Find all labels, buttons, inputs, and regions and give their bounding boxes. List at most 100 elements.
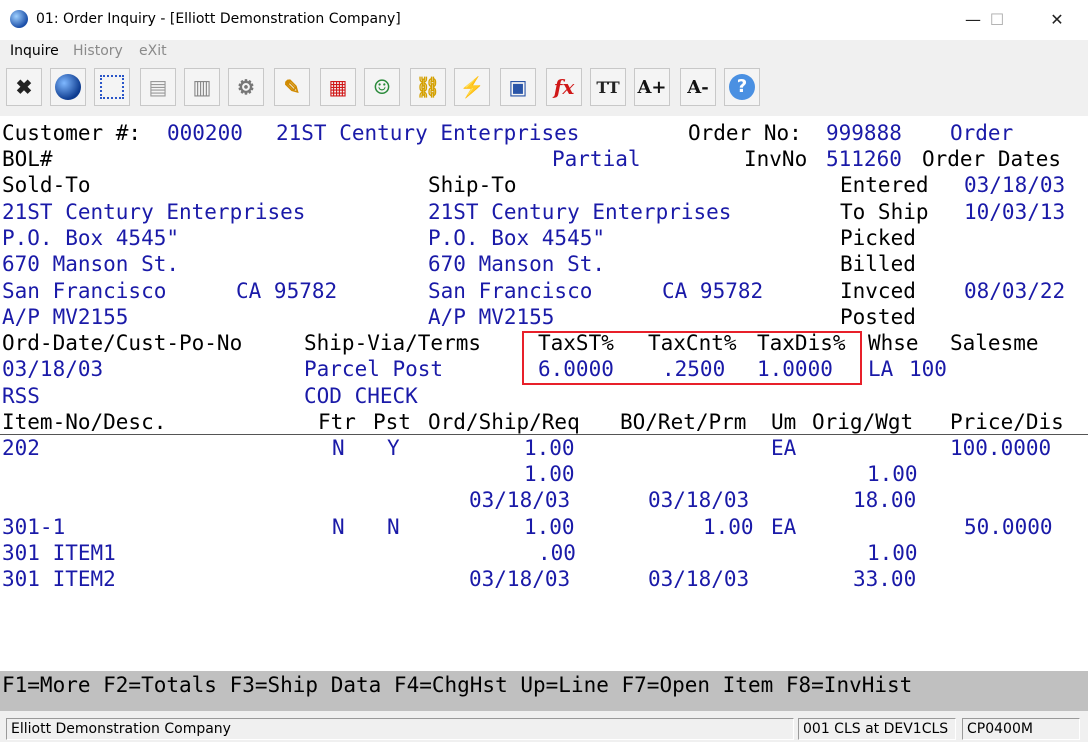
window-title: 01: Order Inquiry - [Elliott Demonstrati… (36, 11, 401, 27)
line2-item[interactable]: 301-1 (2, 514, 65, 540)
ship-to-name: 21ST Century Enterprises (428, 200, 732, 224)
invno-label: InvNo (744, 147, 808, 171)
order-number: 999888 (826, 121, 902, 145)
calendar-icon[interactable]: ▦ (320, 68, 356, 106)
partial-status: Partial (552, 147, 641, 171)
entered-date: 03/18/03 (964, 173, 1066, 197)
to-ship-label: To Ship (840, 200, 929, 224)
copy-icon[interactable]: ▤ (140, 68, 176, 106)
bol-label: BOL# (2, 147, 53, 171)
line1-price: 100.0000 (950, 436, 1052, 460)
whse-label: Whse (868, 331, 919, 355)
line2-um: EA (771, 515, 797, 539)
col-price-dis: Price/Dis (950, 410, 1064, 434)
line2-price: 50.0000 (964, 515, 1053, 539)
app-globe-icon (10, 10, 28, 28)
lightning-icon[interactable]: ⚡ (454, 68, 490, 106)
col-item-no: Item-No/Desc. (2, 410, 167, 434)
maximize-button[interactable]: ☐ (974, 0, 1020, 40)
menu-exit[interactable]: eXit (139, 43, 167, 59)
line2-shipped: .00 (538, 541, 576, 565)
billed-label: Billed (840, 252, 916, 276)
line2-prm-date: 03/18/03 (648, 567, 750, 591)
edit-icon[interactable]: ✎ (274, 68, 310, 106)
line1-pst: Y (387, 436, 400, 460)
line1-req-date: 03/18/03 (469, 488, 571, 512)
function-icon[interactable]: fx (546, 68, 582, 106)
paste-icon[interactable]: ▥ (184, 68, 220, 106)
order-dates-label: Order Dates (922, 147, 1062, 171)
col-pst: Pst (373, 410, 411, 434)
sold-to-label: Sold-To (2, 173, 91, 197)
line1-item[interactable]: 202 (2, 435, 40, 461)
order-type: Order (950, 121, 1014, 145)
ship-to-city: San Francisco (428, 279, 593, 303)
customer-name: 21ST Century Enterprises (276, 121, 580, 145)
col-ftr: Ftr (318, 410, 356, 434)
line1-orig: 1.00 (867, 462, 918, 486)
line2-orig: 1.00 (867, 541, 918, 565)
status-company: Elliott Demonstration Company (6, 718, 794, 740)
ord-date-value: 03/18/03 (2, 357, 104, 381)
line1-weight: 18.00 (853, 488, 917, 512)
settings-icon[interactable]: ⚙ (228, 68, 264, 106)
globe-icon[interactable] (50, 68, 86, 106)
picked-label: Picked (840, 226, 916, 250)
sold-to-city: San Francisco (2, 279, 167, 303)
line1-prm-date: 03/18/03 (648, 488, 750, 512)
col-ord-ship-req: Ord/Ship/Req (428, 410, 580, 434)
function-key-legend[interactable]: F1=More F2=Totals F3=Ship Data F4=ChgHst… (2, 672, 912, 698)
status-session: 001 CLS at DEV1CLS (798, 718, 956, 740)
customer-number: 000200 (167, 121, 243, 145)
close-window-button[interactable]: ✕ (1034, 0, 1080, 40)
col-orig-wgt: Orig/Wgt (812, 410, 914, 434)
line1-ordered: 1.00 (524, 436, 575, 460)
line2-pst: N (387, 515, 400, 539)
line2-desc2: 301 ITEM2 (2, 567, 116, 591)
ship-via-value: Parcel Post (304, 357, 444, 381)
close-icon[interactable]: ✖ (6, 68, 42, 106)
order-no-label: Order No: (688, 121, 802, 145)
line2-backorder: 1.00 (703, 515, 754, 539)
line1-um: EA (771, 436, 797, 460)
users-icon[interactable]: ☺ (364, 68, 400, 106)
ship-to-label: Ship-To (428, 173, 517, 197)
sold-to-name: 21ST Century Enterprises (2, 200, 306, 224)
link-icon[interactable]: ⛓ (410, 68, 446, 106)
font-increase-icon[interactable]: A+ (634, 68, 670, 106)
ship-to-address2: 670 Manson St. (428, 252, 606, 276)
invoice-number: 511260 (826, 147, 902, 171)
invced-date: 08/03/22 (964, 279, 1066, 303)
sold-to-state-zip: CA 95782 (236, 279, 338, 303)
terms-value: COD CHECK (304, 384, 418, 408)
line2-desc1: 301 ITEM1 (2, 541, 116, 565)
menu-history[interactable]: History (73, 43, 123, 59)
col-um: Um (771, 410, 797, 434)
to-ship-date: 10/03/13 (964, 200, 1066, 224)
select-icon[interactable] (94, 68, 130, 106)
salesman-label: Salesme (950, 331, 1039, 355)
line1-shipped: 1.00 (524, 462, 575, 486)
posted-label: Posted (840, 305, 916, 329)
text-size-icon[interactable]: TT (590, 68, 626, 106)
sold-to-address2: 670 Manson St. (2, 252, 180, 276)
status-program: CP0400M (962, 718, 1080, 740)
cust-po-value: RSS (2, 384, 40, 408)
invced-label: Invced (840, 279, 916, 303)
line2-weight: 33.00 (853, 567, 917, 591)
sold-to-address1: P.O. Box 4545" (2, 226, 180, 250)
help-icon[interactable]: ? (724, 68, 760, 106)
line2-ftr: N (332, 515, 345, 539)
tax-highlight-box (522, 331, 862, 385)
customer-label: Customer #: (2, 121, 142, 145)
ship-to-attn: A/P MV2155 (428, 305, 555, 329)
ord-date-label: Ord-Date/Cust-Po-No (2, 331, 243, 355)
sold-to-attn: A/P MV2155 (2, 305, 129, 329)
entered-label: Entered (840, 173, 929, 197)
screen-icon[interactable]: ▣ (500, 68, 536, 106)
font-decrease-icon[interactable]: A- (680, 68, 716, 106)
line2-ordered: 1.00 (524, 515, 575, 539)
salesman-value: 100 (909, 357, 947, 381)
menu-inquire[interactable]: Inquire (10, 43, 59, 59)
ship-to-address1: P.O. Box 4545" (428, 226, 606, 250)
